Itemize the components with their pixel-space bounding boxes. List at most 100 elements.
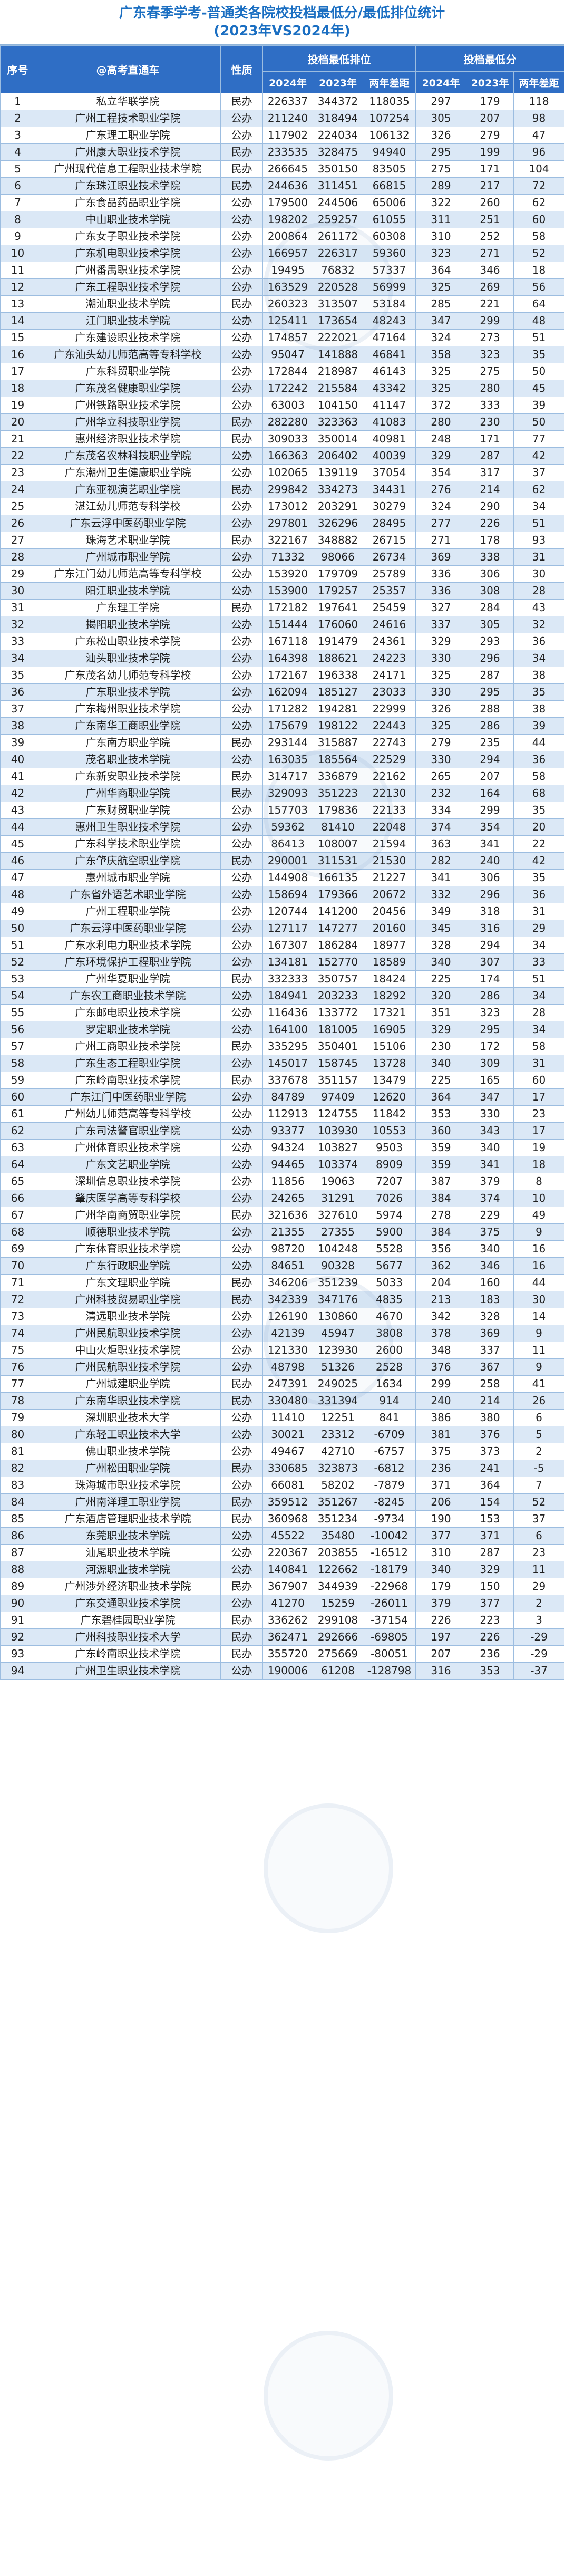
cell-score-2023: 287 [466,447,514,465]
cell-no: 84 [0,1493,35,1511]
cell-no: 37 [0,700,35,718]
cell-school: 广东科学技术职业学院 [35,835,221,853]
cell-no: 64 [0,1156,35,1173]
cell-score-2024: 322 [415,194,467,211]
cell-type: 民办 [220,1291,263,1308]
cell-type: 民办 [220,1274,263,1291]
cell-type: 民办 [220,1612,263,1629]
cell-score-2023: 269 [466,278,514,296]
cell-score-diff: 34 [513,1021,564,1038]
cell-rank-2024: 127117 [262,920,313,937]
table-row: 63 广州体育职业技术学院 公办 94324 103827 9503 359 340 19 [0,1139,564,1156]
cell-score-2024: 354 [415,464,467,481]
cell-school: 广东水利电力职业技术学院 [35,937,221,954]
cell-rank-diff: 47164 [362,329,416,346]
cell-type: 公办 [220,802,263,819]
cell-rank-2024: 125411 [262,312,313,330]
cell-school: 广东岭南职业技术学院 [35,1645,221,1663]
cell-rank-2023: 197641 [313,599,363,616]
cell-score-2024: 325 [415,380,467,397]
cell-type: 公办 [220,886,263,903]
cell-rank-diff: -37154 [362,1612,416,1629]
cell-rank-diff: 18589 [362,953,416,971]
cell-type: 民办 [220,1375,263,1393]
cell-rank-2024: 167118 [262,633,313,650]
cell-type: 民办 [220,1038,263,1055]
cell-rank-2023: 198122 [313,717,363,735]
cell-score-2023: 286 [466,717,514,735]
cell-rank-diff: 10553 [362,1122,416,1140]
cell-school: 珠海艺术职业学院 [35,532,221,549]
cell-rank-diff: -6812 [362,1460,416,1477]
cell-score-2024: 362 [415,1257,467,1275]
table-row: 28 广州城市职业学院 公办 71332 98066 26734 369 338 31 [0,548,564,566]
cell-no: 2 [0,110,35,127]
cell-no: 69 [0,1240,35,1258]
cell-rank-2023: 323873 [313,1460,363,1477]
cell-type: 公办 [220,464,263,481]
cell-no: 17 [0,363,35,380]
cell-score-2023: 214 [466,1392,514,1410]
cell-score-2023: 295 [466,683,514,701]
cell-type: 民办 [220,599,263,616]
cell-score-diff: 23 [513,1105,564,1123]
cell-rank-2024: 21355 [262,1223,313,1241]
cell-score-diff: -29 [513,1628,564,1646]
cell-type: 公办 [220,1527,263,1545]
cell-rank-diff: 25789 [362,565,416,583]
cell-score-diff: 93 [513,532,564,549]
cell-no: 24 [0,481,35,498]
cell-rank-2024: 321636 [262,1207,313,1224]
cell-no: 7 [0,194,35,211]
cell-score-2024: 340 [415,953,467,971]
cell-rank-2024: 102065 [262,464,313,481]
cell-score-2024: 275 [415,160,467,178]
cell-rank-2023: 224034 [313,127,363,144]
table-row: 48 广东省外语艺术职业学院 公办 158694 179366 20672 332 296 36 [0,886,564,903]
cell-score-2023: 286 [466,987,514,1005]
cell-rank-2023: 108007 [313,835,363,853]
cell-type: 民办 [220,970,263,988]
cell-score-diff: 28 [513,582,564,600]
cell-school: 广东江门幼儿师范高等专科学校 [35,565,221,583]
table-row: 27 珠海艺术职业学院 民办 322167 348882 26715 271 178 93 [0,532,564,549]
table-row: 62 广东司法警官职业学院 公办 93377 103930 10553 360 343 17 [0,1122,564,1140]
cell-no: 1 [0,93,35,110]
cell-rank-diff: 107254 [362,110,416,127]
table-row: 8 中山职业技术学院 公办 198202 259257 61055 311 251 60 [0,211,564,228]
cell-rank-diff: 18977 [362,937,416,954]
cell-no: 27 [0,532,35,549]
cell-score-diff: 39 [513,397,564,414]
cell-score-2024: 285 [415,295,467,313]
watermark-logo [264,2331,393,2461]
cell-rank-diff: 46143 [362,363,416,380]
table-row: 84 广州南洋理工职业学院 民办 359512 351267 -8245 206 154 52 [0,1493,564,1511]
cell-school: 广州番禺职业技术学院 [35,262,221,279]
cell-score-2023: 214 [466,481,514,498]
cell-rank-diff: 18292 [362,987,416,1005]
cell-type: 公办 [220,1240,263,1258]
cell-score-2023: 309 [466,1055,514,1072]
cell-rank-2024: 153900 [262,582,313,600]
cell-school: 潮汕职业技术学院 [35,295,221,313]
cell-rank-2023: 327610 [313,1207,363,1224]
cell-score-2024: 356 [415,1240,467,1258]
cell-score-diff: 31 [513,548,564,566]
cell-rank-diff: 5528 [362,1240,416,1258]
cell-rank-2023: 19063 [313,1173,363,1190]
table-row: 72 广州科技贸易职业学院 民办 342339 347176 4835 213 183 30 [0,1291,564,1308]
cell-score-2024: 326 [415,700,467,718]
cell-type: 公办 [220,262,263,279]
cell-rank-2023: 351157 [313,1072,363,1089]
cell-school: 广东云浮中医药职业学院 [35,515,221,532]
cell-type: 公办 [220,683,263,701]
cell-score-diff: 37 [513,1510,564,1528]
cell-score-2023: 271 [466,245,514,262]
cell-school: 广东文理职业学院 [35,1274,221,1291]
cell-score-2023: 229 [466,1207,514,1224]
cell-rank-2024: 151444 [262,616,313,633]
table-row: 67 广州华南商贸职业学院 民办 321636 327610 5974 278 229 49 [0,1207,564,1224]
cell-rank-diff: 15106 [362,1038,416,1055]
cell-rank-diff: -22968 [362,1578,416,1595]
cell-score-diff: 16 [513,1240,564,1258]
